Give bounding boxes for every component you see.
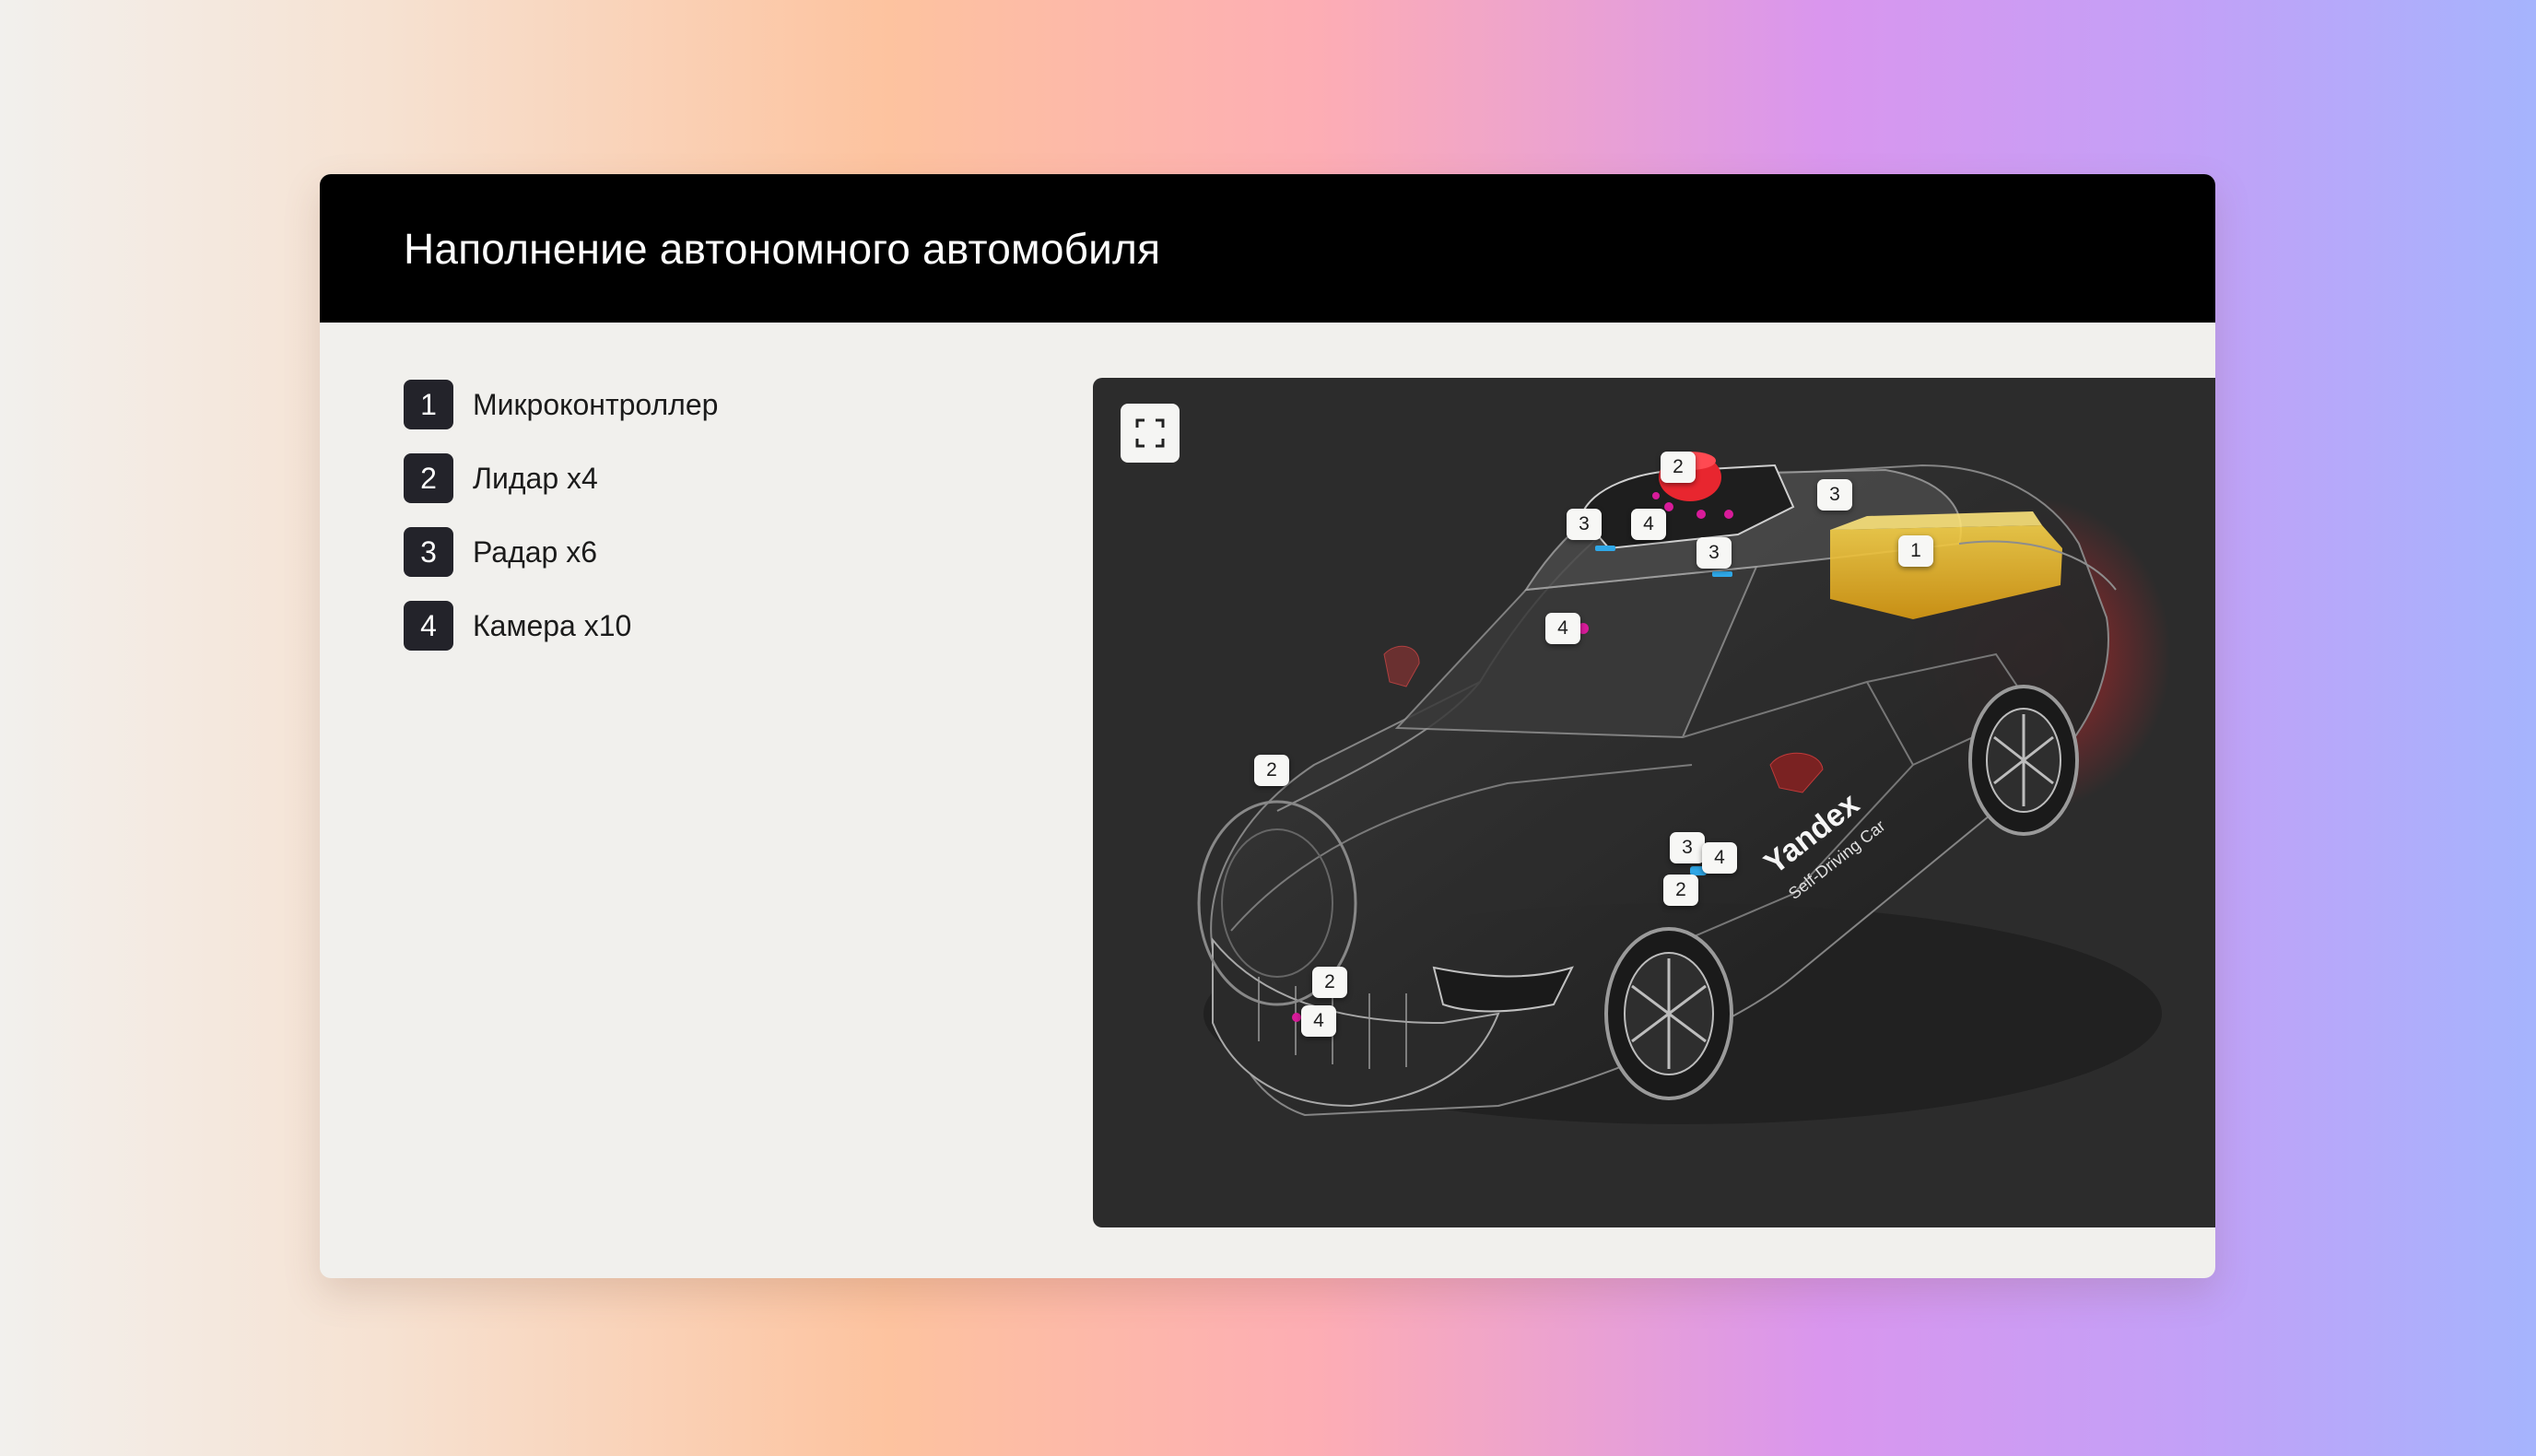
- marker-lidar-roof[interactable]: 2: [1661, 452, 1696, 483]
- marker-camera-side[interactable]: 4: [1702, 842, 1737, 874]
- marker-radar-roof-center[interactable]: 3: [1697, 537, 1732, 569]
- legend-badge: 4: [404, 601, 453, 651]
- legend-badge: 1: [404, 380, 453, 429]
- car-illustration: Yandex Self-Driving Car: [1197, 452, 2171, 1124]
- legend-item-lidar: 2 Лидар x4: [404, 452, 718, 504]
- marker-microcontroller[interactable]: 1: [1898, 535, 1933, 567]
- marker-radar-roof-right[interactable]: 3: [1817, 479, 1852, 511]
- marker-camera-windshield[interactable]: 4: [1545, 613, 1580, 644]
- expand-icon: [1135, 418, 1165, 448]
- legend-label: Микроконтроллер: [473, 387, 719, 421]
- legend-item-microcontroller: 1 Микроконтроллер: [404, 379, 718, 430]
- legend-label: Радар x6: [473, 534, 598, 569]
- marker-radar-side[interactable]: 3: [1670, 832, 1705, 863]
- content-card: Наполнение автономного автомобиля 1 Микр…: [320, 174, 2215, 1278]
- page-title: Наполнение автономного автомобиля: [404, 224, 1161, 273]
- marker-camera-front[interactable]: 4: [1301, 1005, 1336, 1037]
- left-mirror: [1383, 645, 1420, 687]
- legend-label: Камера x10: [473, 608, 632, 642]
- component-legend: 1 Микроконтроллер 2 Лидар x4 3 Радар x6 …: [404, 379, 718, 674]
- marker-lidar-side[interactable]: 2: [1663, 875, 1698, 906]
- marker-lidar-front-left[interactable]: 2: [1254, 755, 1289, 786]
- legend-badge: 2: [404, 453, 453, 503]
- legend-item-radar: 3 Радар x6: [404, 526, 718, 578]
- marker-radar-roof-left[interactable]: 3: [1567, 509, 1602, 540]
- fullscreen-button[interactable]: [1121, 404, 1180, 463]
- car-viewer[interactable]: Yandex Self-Driving Car 2 3 3 4 3 1 4 2 …: [1093, 378, 2215, 1227]
- legend-badge: 3: [404, 527, 453, 577]
- legend-label: Лидар x4: [473, 461, 598, 495]
- legend-item-camera: 4 Камера x10: [404, 600, 718, 652]
- marker-lidar-front[interactable]: 2: [1312, 967, 1347, 998]
- card-header: Наполнение автономного автомобиля: [320, 174, 2215, 323]
- marker-camera-roof[interactable]: 4: [1631, 509, 1666, 540]
